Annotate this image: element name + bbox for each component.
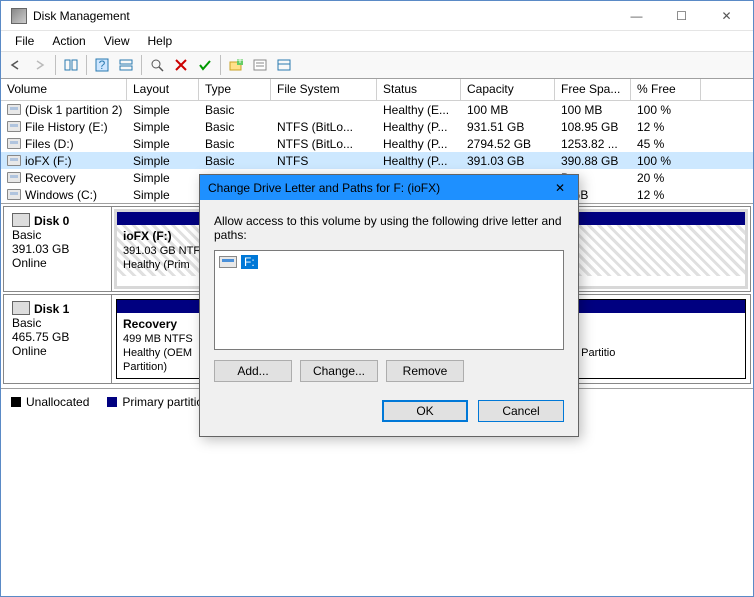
list-item[interactable]: F: [219, 255, 559, 269]
volume-row[interactable]: ioFX (F:)SimpleBasicNTFSHealthy (P...391… [1, 152, 753, 169]
back-icon[interactable] [5, 54, 27, 76]
disk-icon [12, 301, 30, 315]
help-icon[interactable]: ? [91, 54, 113, 76]
volume-row[interactable]: File History (E:)SimpleBasicNTFS (BitLo.… [1, 118, 753, 135]
col-status[interactable]: Status [377, 79, 461, 100]
dialog-message: Allow access to this volume by using the… [214, 214, 564, 242]
change-button[interactable]: Change... [300, 360, 378, 382]
drive-icon [7, 155, 21, 166]
col-volume[interactable]: Volume [1, 79, 127, 100]
legend-unallocated: Unallocated [11, 395, 89, 409]
show-hide-icon[interactable] [60, 54, 82, 76]
window-title: Disk Management [33, 9, 614, 23]
col-layout[interactable]: Layout [127, 79, 199, 100]
col-pctfree[interactable]: % Free [631, 79, 701, 100]
check-icon[interactable] [194, 54, 216, 76]
drive-letter-listbox[interactable]: F: [214, 250, 564, 350]
menu-action[interactable]: Action [44, 32, 93, 50]
svg-text:+: + [236, 59, 243, 67]
close-button[interactable]: ✕ [704, 2, 749, 30]
titlebar: Disk Management — ☐ ✕ [1, 1, 753, 31]
dialog-title: Change Drive Letter and Paths for F: (io… [208, 181, 550, 195]
drive-icon [7, 189, 21, 200]
disk-icon [12, 213, 30, 227]
list-item-label: F: [241, 255, 258, 269]
app-icon [11, 8, 27, 24]
change-drive-letter-dialog: Change Drive Letter and Paths for F: (io… [199, 174, 579, 437]
drive-icon [7, 172, 21, 183]
explore-icon[interactable] [146, 54, 168, 76]
menubar: File Action View Help [1, 31, 753, 51]
volume-row[interactable]: Files (D:)SimpleBasicNTFS (BitLo...Healt… [1, 135, 753, 152]
minimize-button[interactable]: — [614, 2, 659, 30]
forward-icon[interactable] [29, 54, 51, 76]
list-icon[interactable] [273, 54, 295, 76]
add-button[interactable]: Add... [214, 360, 292, 382]
menu-help[interactable]: Help [140, 32, 181, 50]
volume-row[interactable]: (Disk 1 partition 2)SimpleBasicHealthy (… [1, 101, 753, 118]
col-type[interactable]: Type [199, 79, 271, 100]
maximize-button[interactable]: ☐ [659, 2, 704, 30]
layout-icon[interactable] [115, 54, 137, 76]
legend-primary: Primary partition [107, 395, 209, 409]
drive-icon [7, 121, 21, 132]
dialog-close-icon[interactable]: ✕ [550, 178, 570, 198]
delete-icon[interactable] [170, 54, 192, 76]
menu-view[interactable]: View [96, 32, 138, 50]
disk-info: Disk 0Basic391.03 GBOnline [4, 207, 112, 291]
col-freespace[interactable]: Free Spa... [555, 79, 631, 100]
drive-icon [7, 104, 21, 115]
disk-info: Disk 1Basic465.75 GBOnline [4, 295, 112, 383]
new-folder-icon[interactable]: + [225, 54, 247, 76]
drive-icon [7, 138, 21, 149]
col-filesystem[interactable]: File System [271, 79, 377, 100]
dialog-titlebar[interactable]: Change Drive Letter and Paths for F: (io… [200, 175, 578, 200]
menu-file[interactable]: File [7, 32, 42, 50]
volume-header: Volume Layout Type File System Status Ca… [1, 79, 753, 101]
drive-icon [219, 256, 237, 268]
col-capacity[interactable]: Capacity [461, 79, 555, 100]
toolbar: ? + [1, 51, 753, 79]
svg-text:?: ? [99, 58, 106, 72]
ok-button[interactable]: OK [382, 400, 468, 422]
remove-button[interactable]: Remove [386, 360, 464, 382]
cancel-button[interactable]: Cancel [478, 400, 564, 422]
properties-icon[interactable] [249, 54, 271, 76]
